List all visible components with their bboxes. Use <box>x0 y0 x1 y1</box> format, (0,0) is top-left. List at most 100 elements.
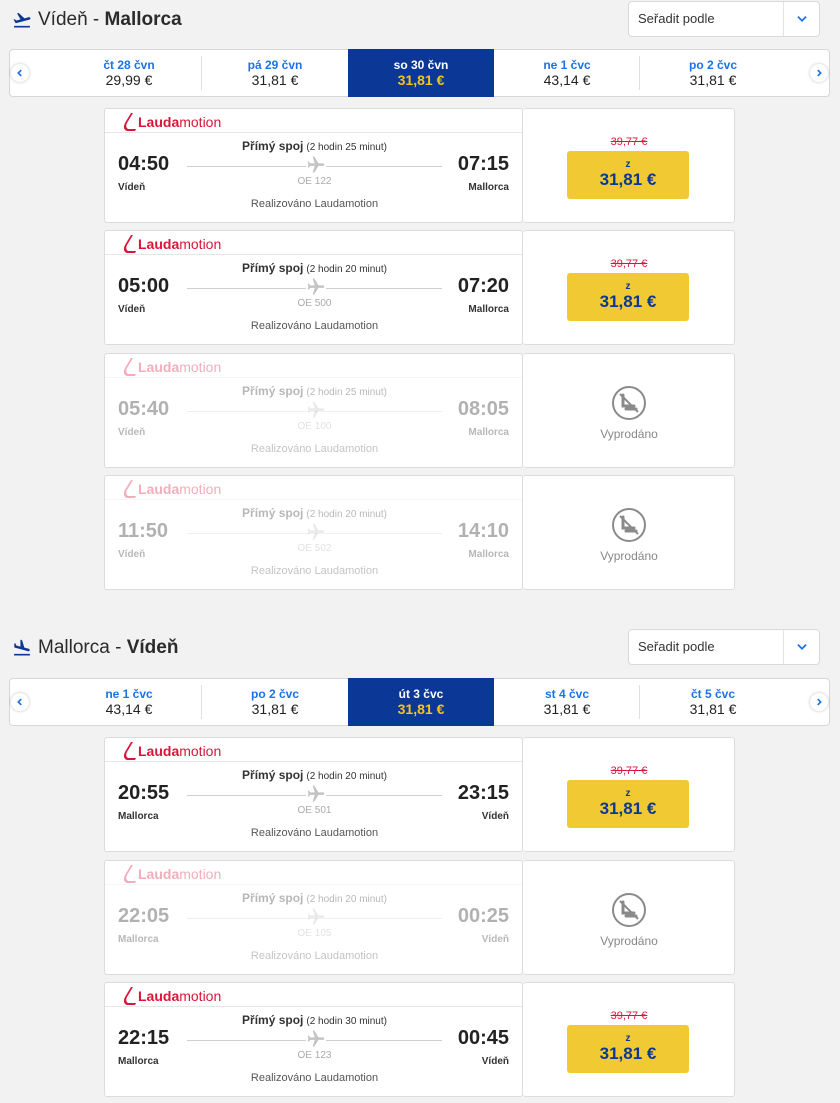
route-separator: - <box>109 637 127 658</box>
flight-details[interactable]: Lauda motion Přímý spoj (2 hodin 20 minut) 1… <box>104 475 523 590</box>
date-label: ne 1 čvc <box>543 58 591 72</box>
select-fare-button[interactable]: z 31,81 € <box>567 151 689 199</box>
arrival-time: 23:15 <box>457 782 509 804</box>
operated-by: Realizováno Laudamotion <box>250 443 379 455</box>
flight-number: OE 501 <box>297 805 332 816</box>
operated-by: Realizováno Laudamotion <box>250 950 379 962</box>
direct-label: Přímý spoj <box>242 139 304 153</box>
flight-details[interactable]: Lauda motion Přímý spoj (2 hodin 20 minut) 2… <box>104 737 523 852</box>
logo-text-bold: Lauda <box>138 988 180 1004</box>
arrival-time: 08:05 <box>457 398 509 420</box>
date-tab[interactable]: čt 28 čvn 29,99 € <box>56 50 202 96</box>
date-tab-selected[interactable]: út 3 čvc 31,81 € <box>348 678 494 726</box>
date-price: 31,81 € <box>689 72 737 88</box>
original-price: 39,77 € <box>610 1010 648 1022</box>
departure-time: 22:15 <box>118 1027 170 1049</box>
outbound-route-title: Vídeň - Mallorca <box>12 9 182 31</box>
flight-details[interactable]: Lauda motion Přímý spoj (2 hodin 20 minut) 0… <box>104 230 523 345</box>
arrival-time: 00:45 <box>457 1027 509 1049</box>
plane-icon <box>306 1029 326 1049</box>
logo-text: motion <box>179 236 222 252</box>
price-from-label: z <box>625 1033 631 1044</box>
flight-card: Lauda motion Přímý spoj (2 hodin 25 minut) 0… <box>104 108 735 223</box>
operated-by: Realizováno Laudamotion <box>250 565 379 577</box>
date-label: ne 1 čvc <box>105 687 153 701</box>
departure-time: 05:00 <box>118 275 170 297</box>
date-tab[interactable]: ne 1 čvc 43,14 € <box>494 50 640 96</box>
flight-card-soldout: Lauda motion Přímý spoj (2 hodin 25 minut) 0… <box>104 353 735 468</box>
direct-label: Přímý spoj <box>242 891 304 905</box>
inbound-route-title: Mallorca - Vídeň <box>12 637 178 659</box>
flight-card-soldout: Lauda motion Přímý spoj (2 hodin 20 minut) 1… <box>104 475 735 590</box>
date-tab-selected[interactable]: so 30 čvn 31,81 € <box>348 49 494 97</box>
select-fare-button[interactable]: z 31,81 € <box>567 1025 689 1073</box>
sort-label: Seřadit podle <box>638 639 715 654</box>
date-tab[interactable]: po 2 čvc 31,81 € <box>202 679 348 725</box>
logo-text: motion <box>179 114 222 130</box>
flight-type: Přímý spoj (2 hodin 20 minut) <box>105 768 524 782</box>
logo-text: motion <box>179 359 222 375</box>
outbound-date-strip: čt 28 čvn 29,99 € pá 29 čvn 31,81 € so 30 … <box>9 49 830 97</box>
chevron-right-icon[interactable] <box>810 64 828 82</box>
date-price: 43,14 € <box>543 72 591 88</box>
original-price: 39,77 € <box>610 765 648 777</box>
sort-label: Seřadit podle <box>638 11 715 26</box>
date-tab[interactable]: st 4 čvc 31,81 € <box>494 679 640 725</box>
sold-out-icon <box>611 892 647 928</box>
airline-logo: Lauda motion <box>124 478 221 500</box>
fare-panel: 39,77 € z 31,81 € <box>523 737 735 852</box>
flight-number: OE 502 <box>297 543 332 554</box>
flight-number: OE 105 <box>297 928 332 939</box>
logo-text-bold: Lauda <box>138 236 180 252</box>
chevron-right-icon[interactable] <box>810 693 828 711</box>
select-fare-button[interactable]: z 31,81 € <box>567 780 689 828</box>
route-to: Mallorca <box>104 9 182 30</box>
sold-out-label: Vyprodáno <box>600 549 658 563</box>
chevron-down-icon[interactable] <box>783 2 819 36</box>
airline-logo: Lauda motion <box>124 863 221 885</box>
date-tab[interactable]: čt 5 čvc 31,81 € <box>640 679 786 725</box>
date-label: čt 28 čvn <box>103 58 155 72</box>
logo-text-bold: Lauda <box>138 481 180 497</box>
direct-label: Přímý spoj <box>242 384 304 398</box>
date-tab[interactable]: ne 1 čvc 43,14 € <box>56 679 202 725</box>
chevron-down-icon[interactable] <box>783 630 819 664</box>
logo-text-bold: Lauda <box>138 114 180 130</box>
flight-details[interactable]: Lauda motion Přímý spoj (2 hodin 25 minut) 0… <box>104 353 523 468</box>
date-price: 31,81 € <box>251 72 299 88</box>
flight-card: Lauda motion Přímý spoj (2 hodin 30 minut) 2… <box>104 982 735 1097</box>
flight-details[interactable]: Lauda motion Přímý spoj (2 hodin 25 minut) 0… <box>104 108 523 223</box>
direct-label: Přímý spoj <box>242 506 304 520</box>
departure-city: Vídeň <box>118 304 146 315</box>
flight-details[interactable]: Lauda motion Přímý spoj (2 hodin 20 minut) 2… <box>104 860 523 975</box>
direct-label: Přímý spoj <box>242 768 304 782</box>
date-price: 43,14 € <box>105 701 153 717</box>
sort-dropdown[interactable]: Seřadit podle <box>628 1 820 37</box>
departure-city: Mallorca <box>118 934 159 945</box>
inbound-date-strip: ne 1 čvc 43,14 € po 2 čvc 31,81 € út 3 čvc… <box>9 678 830 726</box>
select-fare-button[interactable]: z 31,81 € <box>567 273 689 321</box>
fare-price: 31,81 € <box>599 1044 657 1063</box>
date-tab[interactable]: pá 29 čvn 31,81 € <box>202 50 348 96</box>
chevron-left-icon[interactable] <box>11 64 29 82</box>
date-price: 31,81 € <box>689 701 737 717</box>
date-label: st 4 čvc <box>544 687 590 701</box>
arrival-city: Mallorca <box>468 549 509 560</box>
original-price: 39,77 € <box>610 136 648 148</box>
date-tab[interactable]: po 2 čvc 31,81 € <box>640 50 786 96</box>
plane-icon <box>306 400 326 420</box>
flight-duration: (2 hodin 25 minut) <box>306 142 387 153</box>
flight-duration: (2 hodin 30 minut) <box>306 1016 387 1027</box>
flight-details[interactable]: Lauda motion Přímý spoj (2 hodin 30 minut) 2… <box>104 982 523 1097</box>
date-label: út 3 čvc <box>398 687 444 701</box>
flight-duration: (2 hodin 20 minut) <box>306 771 387 782</box>
flight-card: Lauda motion Přímý spoj (2 hodin 20 minut) 2… <box>104 737 735 852</box>
chevron-left-icon[interactable] <box>11 693 29 711</box>
fare-price: 31,81 € <box>599 170 657 189</box>
date-label: so 30 čvn <box>393 58 449 72</box>
arrival-time: 07:15 <box>457 153 509 175</box>
departure-time: 05:40 <box>118 398 170 420</box>
date-label: po 2 čvc <box>250 687 300 701</box>
sort-dropdown[interactable]: Seřadit podle <box>628 629 820 665</box>
date-label: pá 29 čvn <box>247 58 303 72</box>
